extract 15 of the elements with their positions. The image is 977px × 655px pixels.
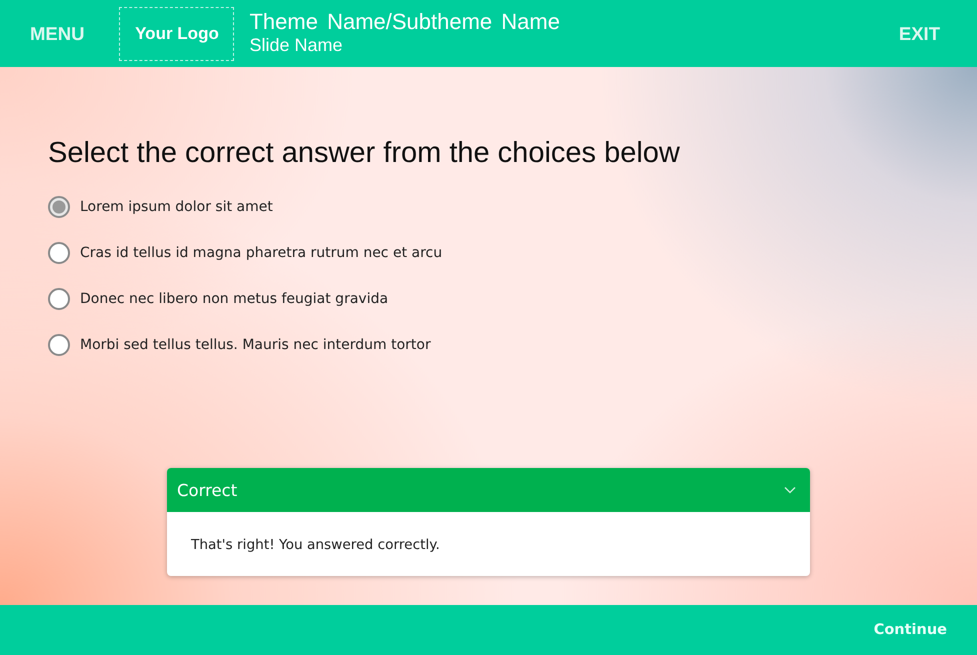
chevron-icon xyxy=(784,486,796,494)
radio-button[interactable] xyxy=(48,334,70,356)
theme-title: Theme Name/Subtheme Name xyxy=(249,8,560,34)
slide-name: Slide Name xyxy=(249,34,344,56)
radio-button[interactable] xyxy=(48,242,70,264)
choice-label[interactable]: Morbi sed tellus tellus. Mauris nec interdum tortor xyxy=(80,337,431,353)
radio-button[interactable] xyxy=(48,196,70,218)
choice-label[interactable]: Lorem ipsum dolor sit amet xyxy=(80,199,273,215)
logo-text: Your Logo xyxy=(135,24,219,44)
radio-button[interactable] xyxy=(48,288,70,310)
feedback-message: That's right! You answered correctly. xyxy=(190,536,441,555)
feedback-title: Correct xyxy=(177,480,238,500)
question-prompt: Select the correct answer from the choices below xyxy=(48,136,680,170)
choice-label[interactable]: Donec nec libero non metus feugiat gravida xyxy=(80,291,388,307)
choice-label[interactable]: Cras id tellus id magna pharetra rutrum nec et arcu xyxy=(80,245,442,261)
